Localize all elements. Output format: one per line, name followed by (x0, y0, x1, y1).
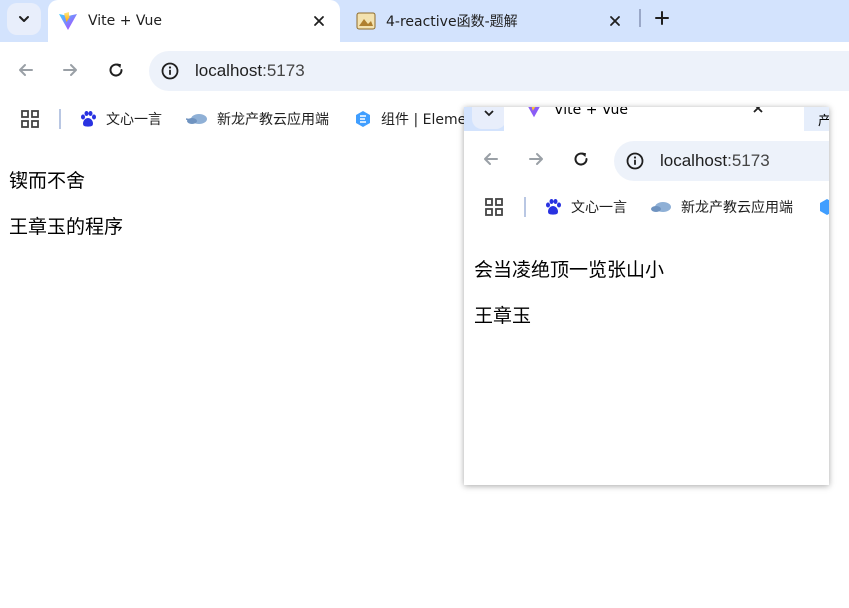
popup-bookmark-wenxin[interactable]: 文心一言 (544, 194, 627, 220)
content-line-1: 锲而不舍 (9, 170, 86, 192)
tab-vite-vue[interactable]: Vite + Vue (48, 0, 340, 42)
apps-grid-icon (21, 110, 39, 128)
popup-tab-vite-vue[interactable]: Vite + Vue (504, 107, 804, 131)
reload-button[interactable] (102, 56, 130, 84)
popup-page-content: 会当凌绝顶一览张山小 王章玉 (464, 225, 829, 485)
close-tab-icon[interactable] (308, 10, 330, 32)
apps-button[interactable] (20, 106, 40, 132)
vite-icon (58, 11, 78, 31)
element-hex-icon (354, 110, 372, 128)
popup-tab-title: Vite + Vue (554, 107, 629, 118)
url-port: :5173 (727, 151, 770, 170)
url-text: localhost:5173 (195, 61, 305, 81)
apps-grid-icon (485, 198, 503, 216)
chevron-down-icon (19, 16, 29, 22)
site-info-icon[interactable] (624, 150, 646, 172)
site-info-icon[interactable] (159, 60, 181, 82)
arrow-left-icon (484, 153, 498, 165)
tab-reactive[interactable]: 4-reactive函数-题解 (346, 0, 636, 42)
bookmark-label: 组件 | Eleme (381, 112, 467, 128)
tab-title: 4-reactive函数-题解 (386, 14, 518, 30)
popup-bookmark-xinlong[interactable]: 新龙产教云应用端 (650, 194, 793, 220)
popup-address-bar[interactable]: localhost:5173 (614, 141, 829, 181)
popup-url-text: localhost:5173 (660, 151, 770, 171)
popup-back-button[interactable] (477, 145, 505, 173)
baidu-paw-icon (79, 110, 97, 128)
bookmark-xinlong[interactable]: 新龙产教云应用端 (186, 106, 329, 132)
bookmark-label: 新龙产教云应用端 (217, 112, 329, 128)
toolbar: localhost:5173 (0, 42, 849, 100)
arrow-right-icon (529, 153, 543, 165)
tab-title: Vite + Vue (88, 13, 163, 29)
address-bar[interactable]: localhost:5173 (149, 51, 849, 91)
forward-button[interactable] (56, 56, 84, 84)
tab-strip: Vite + Vue 4-reactive函数-题解 (0, 0, 849, 42)
popup-toolbar: localhost:5173 (464, 131, 829, 189)
element-hex-icon (818, 198, 829, 216)
popup-bookmark-element[interactable] (818, 194, 829, 220)
bookmark-label: 新龙产教云应用端 (681, 200, 793, 216)
popup-tab-strip: Vite + Vue 产 (464, 107, 829, 131)
popup-reload-button[interactable] (567, 145, 595, 173)
url-host: localhost (195, 61, 263, 80)
bookmarks-separator (59, 109, 61, 129)
image-icon (356, 11, 376, 31)
arrow-left-icon (19, 64, 33, 76)
bookmark-wenxin[interactable]: 文心一言 (79, 106, 162, 132)
arrow-right-icon (63, 64, 77, 76)
back-button[interactable] (12, 56, 40, 84)
popup-content-line-1: 会当凌绝顶一览张山小 (474, 259, 665, 281)
vite-icon (524, 107, 544, 120)
baidu-paw-icon (544, 198, 562, 216)
bookmark-label: 文心一言 (571, 200, 627, 216)
cloud-icon (186, 110, 208, 128)
popup-tab-fragment: 产 (818, 113, 829, 129)
cloud-icon (650, 198, 672, 216)
bookmark-element[interactable]: 组件 | Eleme (354, 106, 466, 132)
chevron-down-icon (484, 110, 494, 117)
reload-icon (109, 63, 123, 77)
new-tab-button[interactable] (650, 6, 674, 30)
popup-browser-window[interactable]: Vite + Vue 产 localhost:5173 文心一言 新龙产教云应用… (464, 107, 829, 485)
tab-separator (639, 9, 641, 27)
browser-window: Vite + Vue 4-reactive函数-题解 localhost:517… (0, 0, 849, 608)
popup-tab-second[interactable]: 产 (804, 107, 829, 131)
content-line-2: 王章玉的程序 (9, 216, 124, 238)
reload-icon (574, 152, 588, 166)
popup-tab-search-button[interactable] (472, 107, 506, 129)
close-tab-icon[interactable] (604, 10, 626, 32)
bookmark-label: 文心一言 (106, 112, 162, 128)
popup-bookmarks-bar: 文心一言 新龙产教云应用端 (464, 189, 829, 225)
url-host: localhost (660, 151, 728, 170)
popup-apps-button[interactable] (484, 194, 504, 220)
close-tab-icon[interactable] (752, 107, 764, 118)
url-port: :5173 (262, 61, 305, 80)
tab-search-button[interactable] (7, 3, 41, 35)
bookmarks-separator (524, 197, 526, 217)
popup-content-line-2: 王章玉 (474, 305, 532, 327)
popup-forward-button[interactable] (522, 145, 550, 173)
plus-icon (655, 11, 669, 25)
